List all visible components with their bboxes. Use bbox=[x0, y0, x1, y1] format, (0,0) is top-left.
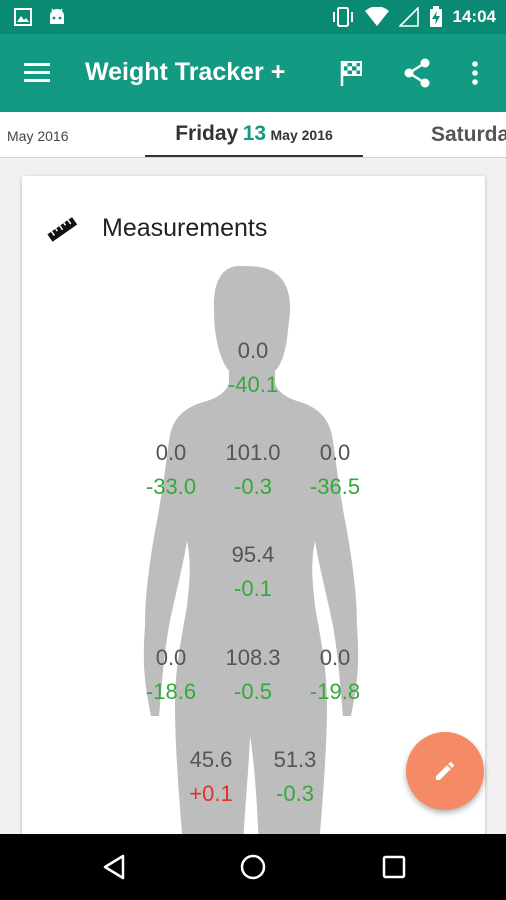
content-area: Measurements 0.0 -40.1 0.0 -33.0 101.0 -… bbox=[0, 158, 506, 834]
left-forearm-delta: -18.6 bbox=[145, 679, 197, 704]
card-title: Measurements bbox=[102, 214, 268, 242]
waist-value: 95.4 bbox=[231, 542, 275, 567]
home-icon[interactable] bbox=[238, 852, 268, 882]
chest-value: 101.0 bbox=[225, 440, 281, 465]
current-month: May 2016 bbox=[270, 127, 333, 143]
measure-neck[interactable]: 0.0 -40.1 bbox=[208, 334, 298, 402]
measure-waist[interactable]: 95.4 -0.1 bbox=[208, 538, 298, 606]
left-arm-value: 0.0 bbox=[155, 440, 187, 465]
edit-fab[interactable] bbox=[406, 732, 484, 810]
measure-right-forearm[interactable]: 0.0 -19.8 bbox=[290, 641, 380, 709]
status-bar: 14:04 bbox=[0, 0, 506, 34]
app-title: Weight Tracker + bbox=[85, 58, 286, 86]
measure-right-thigh[interactable]: 51.3 -0.3 bbox=[250, 743, 340, 811]
system-nav-bar bbox=[0, 834, 506, 900]
current-day-number: 13 bbox=[242, 122, 267, 145]
measure-left-arm[interactable]: 0.0 -33.0 bbox=[126, 436, 216, 504]
waist-delta: -0.1 bbox=[234, 576, 272, 601]
wifi-icon bbox=[364, 7, 389, 26]
measure-chest[interactable]: 101.0 -0.3 bbox=[208, 436, 298, 504]
right-forearm-value: 0.0 bbox=[319, 645, 351, 670]
tab-current-day[interactable]: Friday 13 May 2016 bbox=[145, 112, 363, 157]
measurements-card: Measurements 0.0 -40.1 0.0 -33.0 101.0 -… bbox=[22, 176, 485, 834]
current-weekday: Friday bbox=[175, 122, 239, 145]
edit-pencil-icon bbox=[436, 761, 455, 780]
measure-right-arm[interactable]: 0.0 -36.5 bbox=[290, 436, 380, 504]
more-vert-icon[interactable] bbox=[458, 56, 492, 90]
vibrate-icon bbox=[332, 7, 353, 27]
day-tabs: May 2016 Friday 13 May 2016 Saturday bbox=[0, 112, 506, 158]
tab-previous-day[interactable]: May 2016 bbox=[7, 128, 68, 144]
measure-left-thigh[interactable]: 45.6 +0.1 bbox=[166, 743, 256, 811]
left-forearm-value: 0.0 bbox=[155, 645, 187, 670]
clock: 14:04 bbox=[452, 7, 496, 26]
hips-value: 108.3 bbox=[225, 645, 281, 670]
tab-next-day[interactable]: Saturday bbox=[431, 123, 506, 147]
right-forearm-delta: -19.8 bbox=[309, 679, 361, 704]
android-icon bbox=[50, 8, 64, 24]
chest-delta: -0.3 bbox=[234, 474, 272, 499]
left-thigh-value: 45.6 bbox=[189, 747, 233, 772]
back-icon[interactable] bbox=[99, 852, 129, 882]
share-icon[interactable] bbox=[400, 56, 434, 90]
right-thigh-delta: -0.3 bbox=[276, 781, 314, 806]
app-bar: Weight Tracker + bbox=[0, 34, 506, 112]
signal-icon bbox=[398, 7, 419, 27]
right-thigh-value: 51.3 bbox=[273, 747, 317, 772]
menu-icon[interactable] bbox=[22, 59, 52, 87]
right-arm-delta: -36.5 bbox=[309, 474, 361, 499]
hips-delta: -0.5 bbox=[234, 679, 272, 704]
recents-icon[interactable] bbox=[379, 852, 409, 882]
neck-delta: -40.1 bbox=[227, 372, 279, 397]
left-arm-delta: -33.0 bbox=[145, 474, 197, 499]
ruler-icon bbox=[47, 217, 78, 242]
battery-charging-icon bbox=[429, 6, 442, 27]
right-arm-value: 0.0 bbox=[319, 440, 351, 465]
measure-hips[interactable]: 108.3 -0.5 bbox=[208, 641, 298, 709]
flag-icon[interactable] bbox=[334, 56, 368, 90]
measure-left-forearm[interactable]: 0.0 -18.6 bbox=[126, 641, 216, 709]
neck-value: 0.0 bbox=[237, 338, 269, 363]
image-icon bbox=[14, 8, 32, 26]
left-thigh-delta: +0.1 bbox=[189, 781, 233, 806]
